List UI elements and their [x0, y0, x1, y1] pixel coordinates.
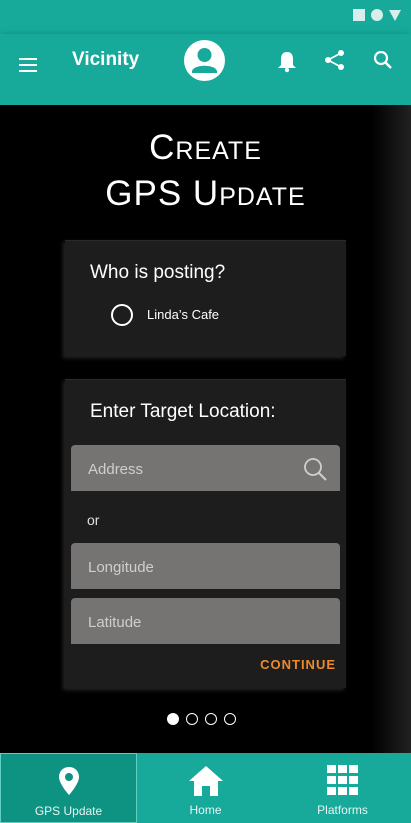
page-dot[interactable]: [224, 713, 236, 725]
menu-icon[interactable]: [19, 58, 37, 76]
latitude-placeholder: Latitude: [88, 614, 142, 631]
continue-button[interactable]: CONTINUE: [260, 657, 336, 672]
longitude-placeholder: Longitude: [88, 559, 154, 576]
latitude-input[interactable]: Latitude: [71, 598, 340, 644]
page-dot[interactable]: [167, 713, 179, 725]
status-icons: [353, 9, 401, 21]
location-card: Enter Target Location: Address or Longit…: [65, 379, 346, 688]
square-icon: [353, 9, 365, 21]
nav-item-platforms[interactable]: Platforms: [274, 753, 411, 823]
location-pin-icon: [58, 767, 79, 795]
bottom-nav: GPS Update Home Platforms: [0, 753, 411, 823]
page-title-line1: Create: [149, 128, 262, 167]
nav-label-gps-update: GPS Update: [34, 804, 103, 818]
avatar[interactable]: [184, 40, 225, 81]
location-heading: Enter Target Location:: [90, 401, 276, 422]
address-input[interactable]: Address: [71, 445, 340, 491]
nav-label-home: Home: [189, 803, 222, 817]
longitude-input[interactable]: Longitude: [71, 543, 340, 589]
or-separator: or: [87, 512, 100, 528]
page-dot[interactable]: [205, 713, 217, 725]
address-placeholder: Address: [88, 461, 144, 478]
nav-label-platforms: Platforms: [317, 803, 368, 817]
status-bar: [0, 0, 411, 34]
person-icon: [192, 48, 217, 73]
nav-item-home[interactable]: Home: [137, 753, 274, 823]
poster-heading: Who is posting?: [90, 262, 226, 283]
poster-option-label[interactable]: Linda’s Cafe: [147, 307, 219, 322]
page-dot[interactable]: [186, 713, 198, 725]
app-title: Vicinity: [72, 49, 140, 70]
poster-card: Who is posting? Linda’s Cafe: [65, 240, 346, 356]
bell-icon[interactable]: [276, 50, 298, 74]
grid-icon: [326, 765, 358, 795]
page-indicator: [167, 713, 236, 725]
triangle-icon: [389, 9, 401, 21]
share-icon[interactable]: [324, 49, 346, 71]
app-bar: Vicinity: [0, 34, 411, 105]
page-title-line2: GPS Update: [105, 174, 306, 213]
search-icon[interactable]: [302, 456, 328, 482]
poster-radio-button[interactable]: [111, 304, 133, 326]
circle-icon: [371, 9, 383, 21]
nav-item-gps-update[interactable]: GPS Update: [0, 753, 137, 823]
home-icon: [188, 766, 223, 796]
search-icon[interactable]: [372, 49, 394, 71]
